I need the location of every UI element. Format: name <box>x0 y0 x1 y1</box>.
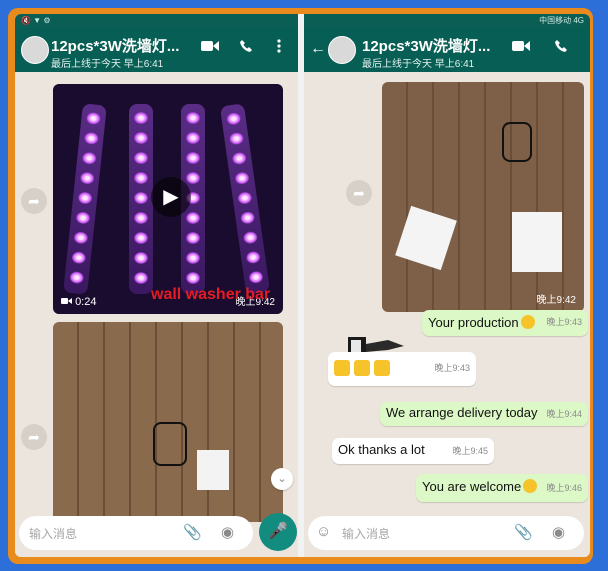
wall-washer-caption: wall washer bar <box>151 286 271 303</box>
camera-icon[interactable]: ◉ <box>221 523 234 541</box>
message-text: Ok thanks a lot <box>338 442 425 457</box>
screenshot-collage: 🔇 ▼ ⚙ 12pcs*3W洗墙灯... 最后上线于今天 早上6:41 ▶ 0:… <box>15 14 590 557</box>
forward-icon[interactable]: ➦ <box>21 188 47 214</box>
more-icon[interactable] <box>277 39 281 57</box>
contact-name[interactable]: 12pcs*3W洗墙灯... <box>51 35 179 56</box>
cable-coil <box>502 122 532 162</box>
video-camera-icon <box>61 298 72 304</box>
smile-emoji-icon <box>523 479 538 493</box>
contact-avatar[interactable] <box>328 36 356 64</box>
contact-name[interactable]: 12pcs*3W洗墙灯... <box>362 35 490 56</box>
forward-icon[interactable]: ➦ <box>346 180 372 206</box>
attach-icon[interactable]: 📎 <box>183 523 202 541</box>
led-bar <box>129 104 153 294</box>
thumbs-up-emoji-icon <box>334 360 350 376</box>
phone-icon[interactable] <box>554 39 568 57</box>
message-text: We arrange delivery today <box>386 405 538 420</box>
message-text: You are welcome <box>422 479 522 494</box>
video-call-icon[interactable] <box>201 39 219 57</box>
image-message[interactable]: 晚上9:42 <box>382 82 584 312</box>
status-bar: 中国移动 4G <box>304 14 590 28</box>
message-input-placeholder: 输入消息 <box>342 527 391 541</box>
video-call-icon[interactable] <box>512 39 530 57</box>
message-input[interactable]: 输入消息 📎 ◉ <box>19 516 253 550</box>
forward-icon[interactable]: ➦ <box>21 424 47 450</box>
message-input[interactable]: ☺ 输入消息 📎 ◉ <box>308 516 584 550</box>
emoji-icon[interactable]: ☺ <box>316 523 331 540</box>
chevron-down-icon[interactable]: ⌄ <box>271 468 293 490</box>
video-message[interactable]: ▶ 0:24 晚上9:42 <box>53 84 283 314</box>
message-time: 晚上9:42 <box>536 295 576 306</box>
status-icons: 🔇 ▼ ⚙ <box>21 16 51 25</box>
message-bubble[interactable]: Ok thanks a lot 晚上9:45 <box>332 438 494 464</box>
message-bubble[interactable]: Your production 晚上9:43 <box>422 310 588 336</box>
video-duration-text: 0:24 <box>75 296 97 308</box>
back-arrow-icon[interactable]: ← <box>310 40 326 58</box>
last-seen-status: 最后上线于今天 早上6:41 <box>362 59 475 70</box>
chat-header: ← 12pcs*3W洗墙灯... 最后上线于今天 早上6:41 <box>304 28 590 72</box>
left-chat-pane: 🔇 ▼ ⚙ 12pcs*3W洗墙灯... 最后上线于今天 早上6:41 ▶ 0:… <box>15 14 298 557</box>
message-time: 晚上9:43 <box>546 317 582 327</box>
message-time: 晚上9:44 <box>546 409 582 419</box>
cable-coil <box>153 422 187 466</box>
status-icons: 中国移动 4G <box>539 16 584 25</box>
message-time: 晚上9:45 <box>452 446 488 456</box>
paper-sheet <box>512 212 562 272</box>
message-list[interactable]: 晚上9:42 ➦ Your production 晚上9:43 晚上9:43 W… <box>304 72 590 557</box>
message-time: 晚上9:43 <box>434 363 470 373</box>
message-text: Your production <box>428 315 519 330</box>
chat-header: 12pcs*3W洗墙灯... 最后上线于今天 早上6:41 <box>15 28 298 72</box>
contact-avatar[interactable] <box>21 36 49 64</box>
play-icon[interactable]: ▶ <box>151 177 191 217</box>
image-message[interactable] <box>53 322 283 522</box>
message-list[interactable]: ▶ 0:24 晚上9:42 ➦ wall washer bar ➦ ⌄ <box>15 72 298 557</box>
laughing-emoji-icon <box>520 315 535 329</box>
paper-sheet <box>197 450 229 490</box>
mic-icon[interactable]: 🎤 <box>259 513 297 551</box>
status-bar: 🔇 ▼ ⚙ <box>15 14 298 28</box>
led-bar <box>63 103 107 295</box>
message-input-placeholder: 输入消息 <box>29 527 78 541</box>
right-chat-pane: 中国移动 4G ← 12pcs*3W洗墙灯... 最后上线于今天 早上6:41 … <box>304 14 590 557</box>
message-bubble[interactable]: 晚上9:43 <box>328 352 476 386</box>
message-bubble[interactable]: We arrange delivery today 晚上9:44 <box>380 402 588 426</box>
last-seen-status: 最后上线于今天 早上6:41 <box>51 59 164 70</box>
attach-icon[interactable]: 📎 <box>514 523 533 541</box>
thumbs-up-emoji-icon <box>354 360 370 376</box>
message-bubble[interactable]: You are welcome 晚上9:46 <box>416 474 588 502</box>
camera-icon[interactable]: ◉ <box>552 523 565 541</box>
message-time: 晚上9:46 <box>546 483 582 493</box>
led-bar <box>219 103 271 295</box>
phone-icon[interactable] <box>239 39 253 57</box>
thumbs-up-emoji-icon <box>374 360 390 376</box>
video-duration: 0:24 <box>61 296 96 308</box>
